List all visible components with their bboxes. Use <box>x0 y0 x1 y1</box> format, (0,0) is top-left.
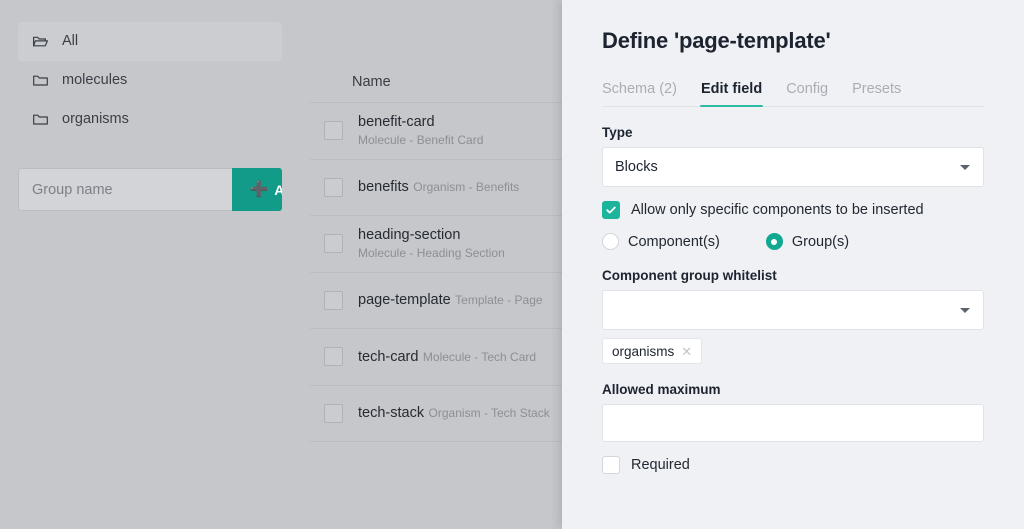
table-row[interactable]: tech-stack Organism - Tech Stack <box>310 386 562 443</box>
sidebar-item-organisms[interactable]: organisms <box>18 100 282 139</box>
required-label: Required <box>631 457 690 473</box>
chevron-down-icon <box>960 308 970 313</box>
row-checkbox[interactable] <box>324 291 343 310</box>
add-group-button-label: Add <box>274 182 282 198</box>
sidebar-item-label: All <box>62 34 78 50</box>
background-app: All molecules organisms ➕ Add <box>0 0 562 529</box>
check-icon <box>605 204 617 216</box>
table-row[interactable]: tech-card Molecule - Tech Card <box>310 329 562 386</box>
tab-presets[interactable]: Presets <box>852 81 901 106</box>
table-row[interactable]: heading-section Molecule - Heading Secti… <box>310 216 562 273</box>
folder-icon <box>32 72 49 89</box>
close-icon[interactable]: ✕ <box>681 345 692 358</box>
allow-specific-checkbox[interactable] <box>602 201 620 219</box>
allow-specific-row[interactable]: Allow only specific components to be ins… <box>602 201 984 219</box>
required-checkbox[interactable] <box>602 456 620 474</box>
type-select-value: Blocks <box>615 159 658 175</box>
sidebar-item-label: organisms <box>62 112 129 128</box>
row-name: tech-card <box>358 349 418 365</box>
table-row[interactable]: benefit-card Molecule - Benefit Card <box>310 103 562 160</box>
whitelist-label: Component group whitelist <box>602 268 984 283</box>
radio-groups[interactable] <box>766 233 783 250</box>
radio-groups-label: Group(s) <box>792 234 849 250</box>
group-name-input[interactable] <box>18 168 232 211</box>
tab-edit-field[interactable]: Edit field <box>701 81 762 106</box>
required-row[interactable]: Required <box>602 456 984 474</box>
add-group-row: ➕ Add <box>18 168 282 211</box>
row-checkbox[interactable] <box>324 404 343 423</box>
tab-config[interactable]: Config <box>786 81 828 106</box>
row-meta: Molecule - Benefit Card <box>358 133 483 147</box>
row-name: tech-stack <box>358 405 424 421</box>
row-name: benefits <box>358 179 409 195</box>
whitelist-tags: organisms ✕ <box>602 338 984 364</box>
type-select[interactable]: Blocks <box>602 147 984 187</box>
row-meta: Organism - Tech Stack <box>429 406 550 420</box>
group-sidebar: All molecules organisms ➕ Add <box>0 0 300 529</box>
allowed-maximum-input[interactable] <box>602 404 984 442</box>
scope-radio-group: Component(s) Group(s) <box>602 233 984 250</box>
row-name: page-template <box>358 292 451 308</box>
row-checkbox[interactable] <box>324 234 343 253</box>
tab-schema[interactable]: Schema (2) <box>602 81 677 106</box>
row-meta: Template - Page <box>455 293 542 307</box>
edit-field-drawer: Define 'page-template' Schema (2) Edit f… <box>562 0 1024 529</box>
type-label: Type <box>602 125 984 140</box>
page-title: Define 'page-template' <box>602 0 984 54</box>
row-checkbox[interactable] <box>324 178 343 197</box>
row-checkbox[interactable] <box>324 121 343 140</box>
sidebar-item-all[interactable]: All <box>18 22 282 61</box>
row-checkbox[interactable] <box>324 347 343 366</box>
plus-icon: ➕ <box>250 182 269 197</box>
row-meta: Organism - Benefits <box>413 180 519 194</box>
whitelist-select[interactable] <box>602 290 984 330</box>
sidebar-item-molecules[interactable]: molecules <box>18 61 282 100</box>
radio-components[interactable] <box>602 233 619 250</box>
sidebar-item-label: molecules <box>62 73 127 89</box>
row-meta: Molecule - Heading Section <box>358 246 505 260</box>
component-list: Name benefit-card Molecule - Benefit Car… <box>310 0 562 529</box>
add-group-button[interactable]: ➕ Add <box>232 168 282 211</box>
folder-icon <box>32 111 49 128</box>
row-name: benefit-card <box>358 114 435 130</box>
table-row[interactable]: page-template Template - Page <box>310 273 562 330</box>
table-row[interactable]: benefits Organism - Benefits <box>310 160 562 217</box>
allow-specific-label: Allow only specific components to be ins… <box>631 202 924 218</box>
allowed-maximum-label: Allowed maximum <box>602 382 984 397</box>
folder-open-icon <box>32 33 49 50</box>
row-name: heading-section <box>358 227 460 243</box>
tag-label: organisms <box>612 344 674 359</box>
column-header-name: Name <box>310 0 562 103</box>
row-meta: Molecule - Tech Card <box>423 350 536 364</box>
drawer-tabs: Schema (2) Edit field Config Presets <box>602 74 984 107</box>
radio-components-label: Component(s) <box>628 234 720 250</box>
tag-chip[interactable]: organisms ✕ <box>602 338 702 364</box>
chevron-down-icon <box>960 165 970 170</box>
radio-dot <box>771 239 777 245</box>
